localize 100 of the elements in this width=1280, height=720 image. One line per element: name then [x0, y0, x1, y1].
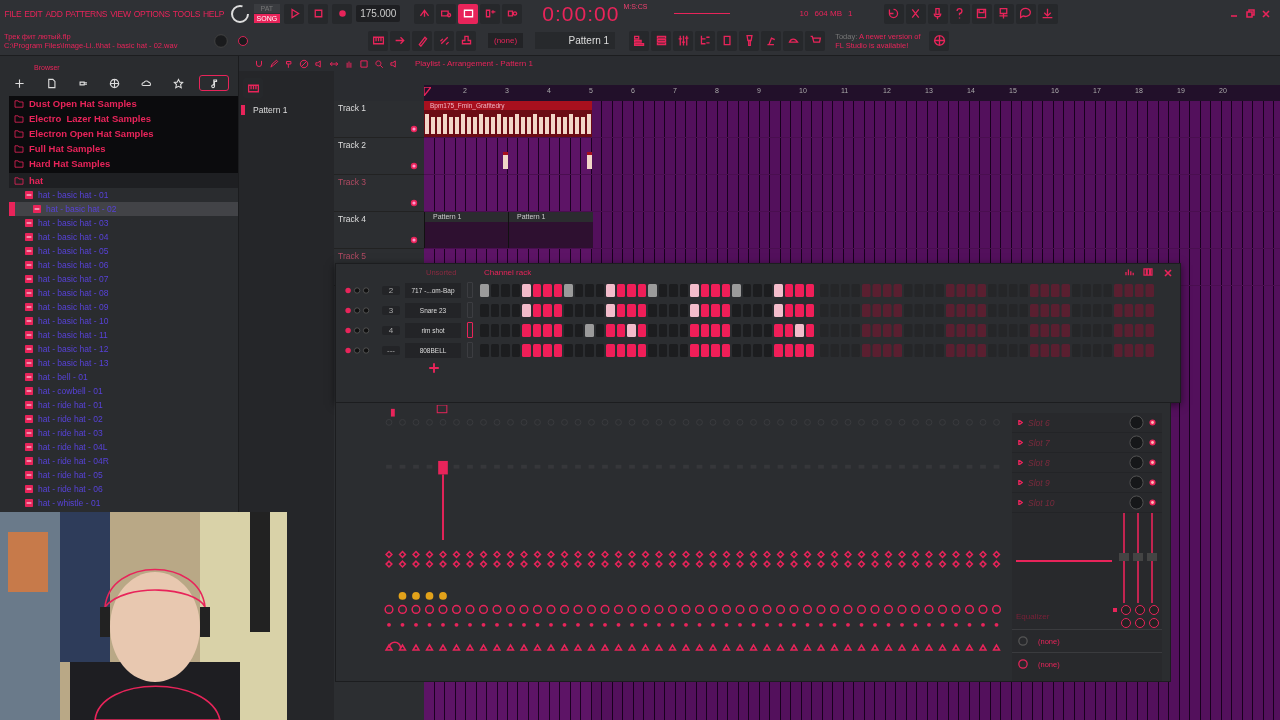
files-button[interactable] — [717, 30, 738, 51]
channel-mute-led[interactable] — [344, 345, 372, 355]
track-mute-led[interactable] — [410, 199, 418, 207]
folder-item[interactable]: Electron Open Hat Samples — [9, 126, 238, 141]
chat-button[interactable] — [1015, 3, 1036, 24]
sample-item[interactable]: hat - ride hat - 05 — [9, 468, 238, 482]
slot-led[interactable] — [1149, 479, 1156, 486]
expand-arrow-icon[interactable] — [1018, 480, 1023, 485]
snap-dropdown[interactable]: (none) — [488, 33, 524, 48]
step-button[interactable] — [606, 303, 615, 317]
audio-slice[interactable] — [587, 152, 592, 169]
metronome-button[interactable] — [502, 3, 523, 24]
audio-slice[interactable] — [503, 152, 508, 169]
cart-button[interactable] — [805, 30, 826, 51]
sample-item[interactable]: hat - basic hat - 12 — [9, 342, 238, 356]
record-mode-button[interactable] — [436, 3, 457, 24]
add-channel-button[interactable] — [428, 362, 440, 374]
expand-arrow-icon[interactable] — [1018, 500, 1023, 505]
menu-item[interactable]: FILE — [3, 8, 23, 19]
mixer-track-number[interactable]: --- — [382, 345, 400, 355]
menu-item[interactable]: OPTIONS — [132, 8, 172, 19]
track-name[interactable]: Track 5 — [338, 251, 367, 261]
slot-led[interactable] — [1149, 499, 1156, 506]
piano-button[interactable] — [368, 30, 388, 51]
save-button[interactable] — [971, 3, 992, 24]
sample-item[interactable]: hat - basic hat - 08 — [9, 286, 238, 300]
help-button[interactable] — [949, 3, 970, 24]
mix-knob[interactable] — [1129, 455, 1144, 470]
eq-faders-drawing[interactable] — [1118, 513, 1160, 603]
slot-led[interactable] — [1149, 459, 1156, 466]
globe-button[interactable] — [929, 30, 950, 51]
mix-knob[interactable] — [1129, 475, 1144, 490]
mix-knob[interactable] — [1129, 495, 1144, 510]
track-name[interactable]: Track 4 — [338, 214, 367, 224]
step-button[interactable] — [690, 283, 699, 297]
expand-arrow-icon[interactable] — [1018, 460, 1023, 465]
step-button[interactable] — [585, 323, 594, 337]
step-button[interactable] — [732, 283, 741, 297]
sample-item[interactable]: hat - basic hat - 10 — [9, 314, 238, 328]
eq-knobs-drawing[interactable] — [1112, 604, 1162, 628]
tempo-display[interactable]: 175.000 — [356, 5, 401, 22]
folder-item[interactable]: Hard Hat Samples — [9, 156, 238, 171]
menu-item[interactable]: VIEW — [108, 8, 133, 19]
steps-icon[interactable] — [1143, 268, 1153, 276]
sample-item[interactable]: hat - basic hat - 13 — [9, 356, 238, 370]
step-button[interactable] — [480, 283, 489, 297]
channel-mute-led[interactable] — [344, 285, 372, 295]
step-button[interactable] — [795, 323, 804, 337]
menu-item[interactable]: HELP — [201, 8, 226, 19]
output-icon[interactable] — [1018, 659, 1028, 669]
menu-item[interactable]: EDIT — [22, 8, 44, 19]
stop-button[interactable] — [308, 3, 329, 24]
sample-item[interactable]: hat - ride hat - 03 — [9, 426, 238, 440]
link-button[interactable] — [434, 30, 454, 51]
restore-button[interactable] — [1243, 7, 1256, 20]
mixer-track-number[interactable]: 2 — [382, 285, 400, 295]
pattern-selector[interactable]: Pattern 1 — [535, 32, 616, 49]
folder-item[interactable]: Dust Open Hat Samples — [9, 96, 238, 111]
expand-arrow-icon[interactable] — [1018, 420, 1023, 425]
sample-item[interactable]: hat - cowbell - 01 — [9, 384, 238, 398]
sample-item[interactable]: hat - ride hat - 02 — [9, 412, 238, 426]
sample-item[interactable]: hat - basic hat - 05 — [9, 244, 238, 258]
mix-knob[interactable] — [1129, 435, 1144, 450]
microphone-button[interactable] — [927, 3, 948, 24]
expand-arrow-icon[interactable] — [1018, 440, 1023, 445]
clock-icon[interactable] — [1018, 636, 1028, 646]
sample-item[interactable]: hat - basic hat - 06 — [9, 258, 238, 272]
plugin-button[interactable] — [739, 30, 760, 51]
step-button[interactable] — [522, 283, 531, 297]
render-button[interactable] — [993, 3, 1014, 24]
brush-button[interactable] — [412, 30, 432, 51]
step-button[interactable] — [627, 323, 636, 337]
tree-button[interactable] — [695, 30, 716, 51]
browser-tab[interactable] — [199, 75, 230, 91]
slot-led[interactable] — [1149, 439, 1156, 446]
selection-marker[interactable] — [467, 322, 473, 338]
sample-item[interactable]: hat - basic hat - 03 — [9, 216, 238, 230]
volume-knob[interactable] — [229, 3, 250, 24]
lamp-button[interactable] — [761, 30, 782, 51]
download-button[interactable] — [1037, 3, 1058, 24]
step-edit-button[interactable] — [480, 3, 501, 24]
sample-item[interactable]: hat - basic hat - 01 — [9, 188, 238, 202]
menu-item[interactable]: ADD — [43, 8, 64, 19]
mixer-button[interactable] — [673, 30, 694, 51]
countdown-button[interactable] — [458, 3, 479, 24]
cut-button[interactable] — [905, 3, 926, 24]
menu-item[interactable]: PATTERNS — [64, 8, 109, 19]
list-button[interactable] — [651, 30, 672, 51]
mix-knob[interactable] — [1129, 415, 1144, 430]
folder-item[interactable]: hat — [9, 173, 238, 188]
step-button[interactable] — [774, 303, 783, 317]
track-name[interactable]: Track 1 — [338, 103, 367, 113]
track-mute-led[interactable] — [410, 236, 418, 244]
arrow-button[interactable] — [390, 30, 410, 51]
sample-item[interactable]: hat - ride hat - 04R — [9, 454, 238, 468]
sample-item[interactable]: hat - basic hat - 07 — [9, 272, 238, 286]
sample-item[interactable]: hat - bell - 01 — [9, 370, 238, 384]
step-button[interactable] — [648, 283, 657, 297]
mouse-button[interactable] — [783, 30, 804, 51]
undo-button[interactable] — [883, 3, 904, 24]
